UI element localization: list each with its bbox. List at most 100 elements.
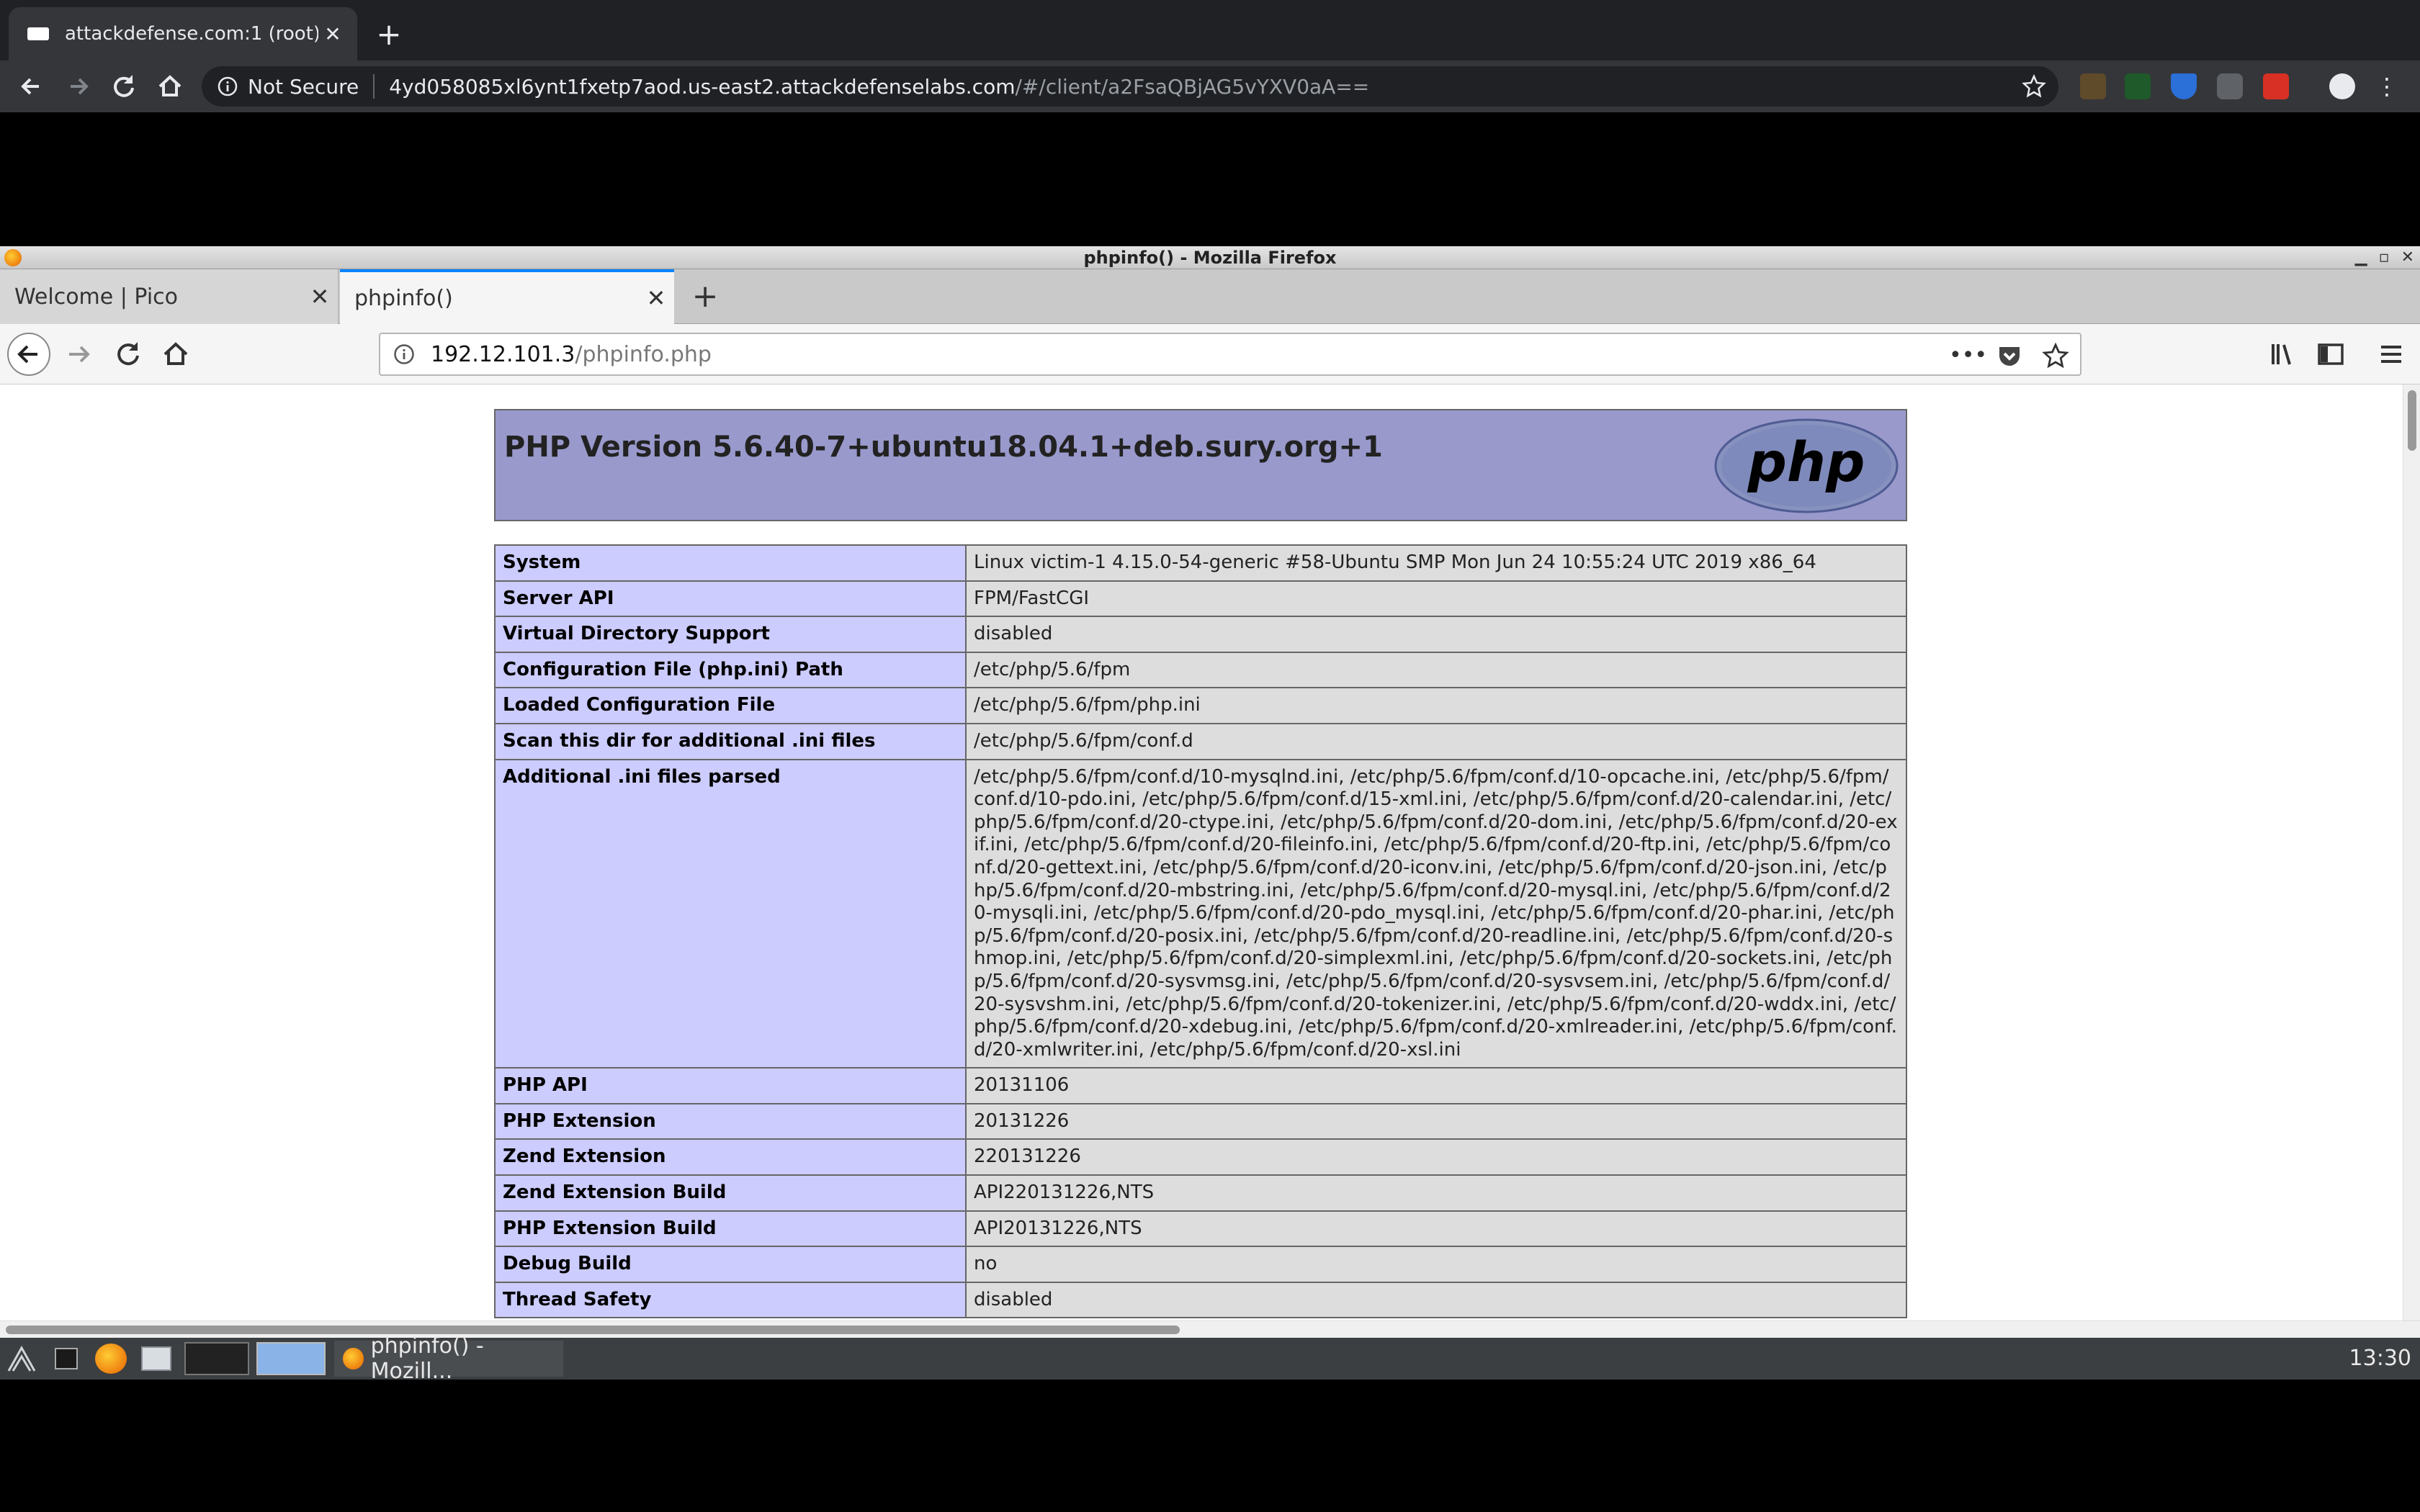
tab-phpinfo[interactable]: phpinfo() ✕ bbox=[340, 269, 674, 324]
info-key: Loaded Configuration File bbox=[494, 687, 967, 724]
bookmark-star-icon[interactable] bbox=[2021, 73, 2047, 99]
firefox-nav-bar: 192.12.101.3 /phpinfo.php ••• bbox=[0, 324, 2420, 384]
start-menu-icon[interactable] bbox=[6, 1344, 37, 1374]
php-logo[interactable]: php bbox=[1714, 418, 1899, 514]
chrome-home-icon[interactable] bbox=[153, 69, 187, 104]
chrome-back-icon[interactable] bbox=[14, 69, 49, 104]
table-row: Configuration File (php.ini) Path/etc/ph… bbox=[494, 651, 1907, 689]
url-host: 192.12.101.3 bbox=[431, 341, 575, 367]
info-key: Scan this dir for additional .ini files bbox=[494, 722, 967, 760]
info-key: Virtual Directory Support bbox=[494, 616, 967, 653]
chrome-tab-attackdefense[interactable]: attackdefense.com:1 (root) ✕ bbox=[9, 7, 357, 60]
file-manager-icon[interactable] bbox=[141, 1346, 171, 1371]
site-info-icon[interactable] bbox=[393, 343, 415, 365]
pocket-icon[interactable] bbox=[1995, 341, 2024, 370]
reload-icon[interactable] bbox=[108, 334, 148, 374]
remote-desktop-margin bbox=[0, 112, 2420, 246]
terminal-icon[interactable] bbox=[55, 1348, 78, 1369]
firefox-tab-strip: Welcome | Pico ✕ phpinfo() ✕ + bbox=[0, 269, 2420, 324]
page-content: PHP Version 5.6.40-7+ubuntu18.04.1+deb.s… bbox=[0, 384, 2403, 1320]
tab-label: Welcome | Pico bbox=[14, 284, 179, 310]
home-icon[interactable] bbox=[156, 334, 196, 374]
table-row: PHP Extension 20131226 bbox=[494, 1102, 1907, 1140]
table-row: Additional .ini files parsed/etc/php/5.6… bbox=[494, 758, 1907, 1069]
table-row: System Linux victim-1 4.15.0-54-generic #… bbox=[494, 544, 1907, 582]
horizontal-scrollbar[interactable] bbox=[0, 1320, 2420, 1338]
info-key: Configuration File (php.ini) Path bbox=[494, 651, 967, 689]
pocket-extension-icon[interactable] bbox=[2217, 73, 2243, 99]
taskbar-clock: 13:30 bbox=[2349, 1346, 2411, 1371]
firefox-new-tab-button[interactable]: + bbox=[687, 276, 723, 317]
chrome-url-host: 4yd058085xl6ynt1fxetp7aod.us-east2.attac… bbox=[389, 74, 1016, 99]
table-row: Server API FPM/FastCGI bbox=[494, 580, 1907, 618]
info-value: disabled bbox=[965, 1281, 1907, 1319]
info-value: Linux victim-1 4.15.0-54-generic #58-Ubu… bbox=[965, 544, 1907, 582]
tab-welcome-pico[interactable]: Welcome | Pico ✕ bbox=[0, 269, 339, 324]
minimize-icon[interactable]: ▁ bbox=[2355, 246, 2367, 269]
info-value: disabled bbox=[965, 616, 1907, 653]
chrome-reload-icon[interactable] bbox=[107, 69, 141, 104]
php-version-title: PHP Version 5.6.40-7+ubuntu18.04.1+deb.s… bbox=[504, 431, 1383, 464]
phpinfo-table: System Linux victim-1 4.15.0-54-generic #… bbox=[494, 544, 1907, 1319]
table-row: Thread Safety disabled bbox=[494, 1281, 1907, 1319]
table-row: PHP Extension Build API20131226,NTS bbox=[494, 1210, 1907, 1248]
remote-desktop-bottom-margin bbox=[0, 1380, 2420, 1512]
table-row: Debug Build no bbox=[494, 1246, 1907, 1283]
table-row: Zend Extension 220131226 bbox=[494, 1138, 1907, 1176]
bookmark-star-icon[interactable] bbox=[2041, 341, 2070, 370]
info-value: FPM/FastCGI bbox=[965, 580, 1907, 618]
info-value: 20131226 bbox=[965, 1102, 1907, 1140]
taskbar: phpinfo() - Mozill... 13:30 bbox=[0, 1333, 2420, 1384]
tab-close-icon[interactable]: ✕ bbox=[638, 284, 674, 312]
chrome-forward-icon[interactable] bbox=[60, 69, 95, 104]
extension-icon-1[interactable] bbox=[2080, 73, 2106, 99]
extension-icon-2[interactable] bbox=[2125, 73, 2151, 99]
info-key: System bbox=[494, 544, 967, 582]
info-value: 20131106 bbox=[965, 1067, 1907, 1104]
chrome-menu-icon[interactable]: ⋮ bbox=[2375, 73, 2398, 99]
table-row: Scan this dir for additional .ini files /… bbox=[494, 722, 1907, 760]
info-icon[interactable] bbox=[218, 76, 238, 96]
firefox-url-bar[interactable]: 192.12.101.3 /phpinfo.php ••• bbox=[379, 333, 2081, 376]
table-row: Virtual Directory Support disabled bbox=[494, 616, 1907, 653]
close-window-icon[interactable]: ✕ bbox=[2401, 246, 2414, 269]
vertical-scrollbar[interactable] bbox=[2403, 384, 2420, 1320]
shield-extension-icon[interactable] bbox=[2171, 73, 2197, 99]
back-icon[interactable] bbox=[7, 333, 50, 376]
chrome-tab-close-icon[interactable]: ✕ bbox=[318, 22, 347, 46]
workspace-1-icon[interactable] bbox=[184, 1342, 249, 1375]
page-actions-icon[interactable]: ••• bbox=[1949, 341, 1987, 370]
chrome-toolbar: Not Secure 4yd058085xl6ynt1fxetp7aod.us-… bbox=[0, 60, 2420, 112]
info-key: Debug Build bbox=[494, 1246, 967, 1283]
library-icon[interactable] bbox=[2263, 334, 2303, 374]
horizontal-scroll-thumb[interactable] bbox=[6, 1326, 1180, 1334]
window-title: phpinfo() - Mozilla Firefox bbox=[1083, 248, 1337, 268]
hamburger-menu-icon[interactable] bbox=[2371, 334, 2411, 374]
vertical-scroll-thumb[interactable] bbox=[2408, 390, 2416, 451]
sidebar-icon[interactable] bbox=[2311, 334, 2351, 374]
info-value: /etc/php/5.6/fpm/conf.d/10-mysqlnd.ini, … bbox=[965, 758, 1907, 1069]
forward-icon[interactable] bbox=[59, 334, 99, 374]
tab-label: phpinfo() bbox=[354, 285, 453, 311]
info-value: no bbox=[965, 1246, 1907, 1283]
chrome-new-tab-button[interactable]: + bbox=[372, 13, 406, 56]
workspace-2-icon[interactable] bbox=[256, 1342, 326, 1375]
profile-avatar[interactable] bbox=[2329, 73, 2355, 99]
not-secure-label: Not Secure bbox=[248, 74, 359, 99]
maximize-icon[interactable]: ▫ bbox=[2379, 246, 2390, 269]
page-favicon-icon bbox=[27, 27, 49, 40]
chrome-tab-bar: attackdefense.com:1 (root) ✕ + bbox=[0, 0, 2420, 60]
firefox-task-icon bbox=[343, 1348, 364, 1369]
firefox-launcher-icon[interactable] bbox=[95, 1344, 127, 1374]
taskbar-firefox-task[interactable]: phpinfo() - Mozill... bbox=[334, 1333, 563, 1384]
info-key: PHP Extension Build bbox=[494, 1210, 967, 1248]
info-key: Thread Safety bbox=[494, 1281, 967, 1319]
info-value: /etc/php/5.6/fpm/php.ini bbox=[965, 687, 1907, 724]
chrome-address-bar[interactable]: Not Secure 4yd058085xl6ynt1fxetp7aod.us-… bbox=[202, 66, 2058, 107]
tab-close-icon[interactable]: ✕ bbox=[302, 283, 338, 310]
password-extension-icon[interactable] bbox=[2263, 73, 2289, 99]
php-logo-text: php bbox=[1747, 430, 1865, 494]
info-key: PHP API bbox=[494, 1067, 967, 1104]
info-value: API20131226,NTS bbox=[965, 1210, 1907, 1248]
firefox-title-bar: phpinfo() - Mozilla Firefox ▁ ▫ ✕ bbox=[0, 246, 2420, 269]
